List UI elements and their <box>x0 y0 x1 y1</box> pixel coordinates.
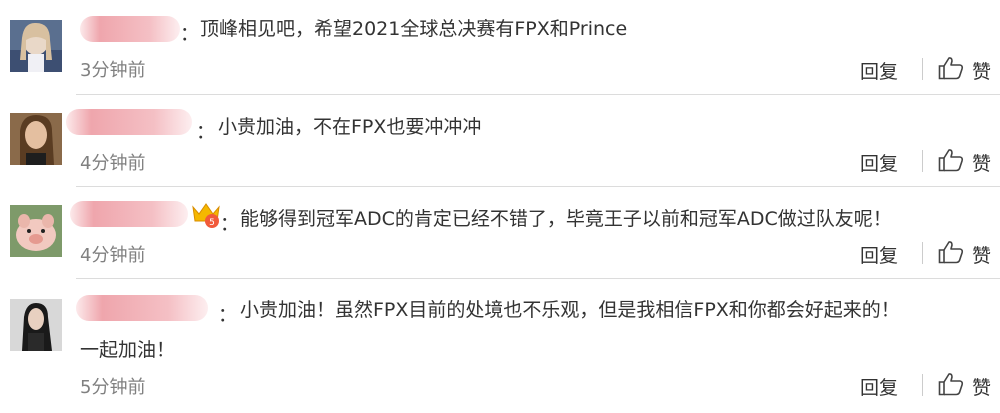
comment-item: ： 顶峰相见吧，希望2021全球总决赛有FPX和Prince 3分钟前 回复 赞 <box>0 0 1000 94</box>
comment-text: 小贵加油，不在FPX也要冲冲冲 <box>218 116 482 138</box>
avatar[interactable] <box>10 205 62 257</box>
colon: ： <box>218 304 238 326</box>
colon: ： <box>180 23 200 45</box>
divider <box>922 58 923 80</box>
comment-item: 5 ： 能够得到冠军ADC的肯定已经不错了，毕竟王子以前和冠军ADC做过队友呢！… <box>0 187 1000 278</box>
comment-item: ： 小贵加油！虽然FPX目前的处境也不乐观，但是我相信FPX和你都会好起来的！ … <box>0 279 1000 413</box>
timestamp: 4分钟前 <box>80 153 146 174</box>
like-button[interactable]: 赞 <box>972 57 991 84</box>
crown-badge-icon: 5 <box>192 203 220 228</box>
timestamp: 5分钟前 <box>80 377 146 398</box>
avatar[interactable] <box>10 20 62 72</box>
reply-button[interactable]: 回复 <box>860 373 898 400</box>
avatar[interactable] <box>10 113 62 165</box>
like-button[interactable]: 赞 <box>972 373 991 400</box>
reply-button[interactable]: 回复 <box>860 57 898 84</box>
comment-text: 能够得到冠军ADC的肯定已经不错了，毕竟王子以前和冠军ADC做过队友呢！ <box>240 208 892 230</box>
divider <box>922 242 923 264</box>
comment-text: 小贵加油！虽然FPX目前的处境也不乐观，但是我相信FPX和你都会好起来的！ <box>240 299 900 321</box>
comment-text-continuation: 一起加油！ <box>80 339 176 361</box>
username[interactable] <box>76 295 208 321</box>
username[interactable] <box>66 109 192 135</box>
timestamp: 3分钟前 <box>80 60 146 81</box>
colon: ： <box>220 213 240 235</box>
colon: ： <box>196 121 216 143</box>
thumbs-up-icon[interactable] <box>938 372 964 396</box>
divider <box>922 150 923 172</box>
timestamp: 4分钟前 <box>80 245 146 266</box>
thumbs-up-icon[interactable] <box>938 148 964 172</box>
divider <box>922 374 923 396</box>
username[interactable] <box>80 16 180 42</box>
thumbs-up-icon[interactable] <box>938 240 964 264</box>
avatar[interactable] <box>10 299 62 351</box>
like-button[interactable]: 赞 <box>972 241 991 268</box>
thumbs-up-icon[interactable] <box>938 56 964 80</box>
reply-button[interactable]: 回复 <box>860 241 898 268</box>
reply-button[interactable]: 回复 <box>860 149 898 176</box>
comment-item: ： 小贵加油，不在FPX也要冲冲冲 4分钟前 回复 赞 <box>0 95 1000 186</box>
like-button[interactable]: 赞 <box>972 149 991 176</box>
username[interactable] <box>70 201 188 227</box>
comment-text: 顶峰相见吧，希望2021全球总决赛有FPX和Prince <box>200 18 628 40</box>
svg-text:5: 5 <box>209 218 215 228</box>
